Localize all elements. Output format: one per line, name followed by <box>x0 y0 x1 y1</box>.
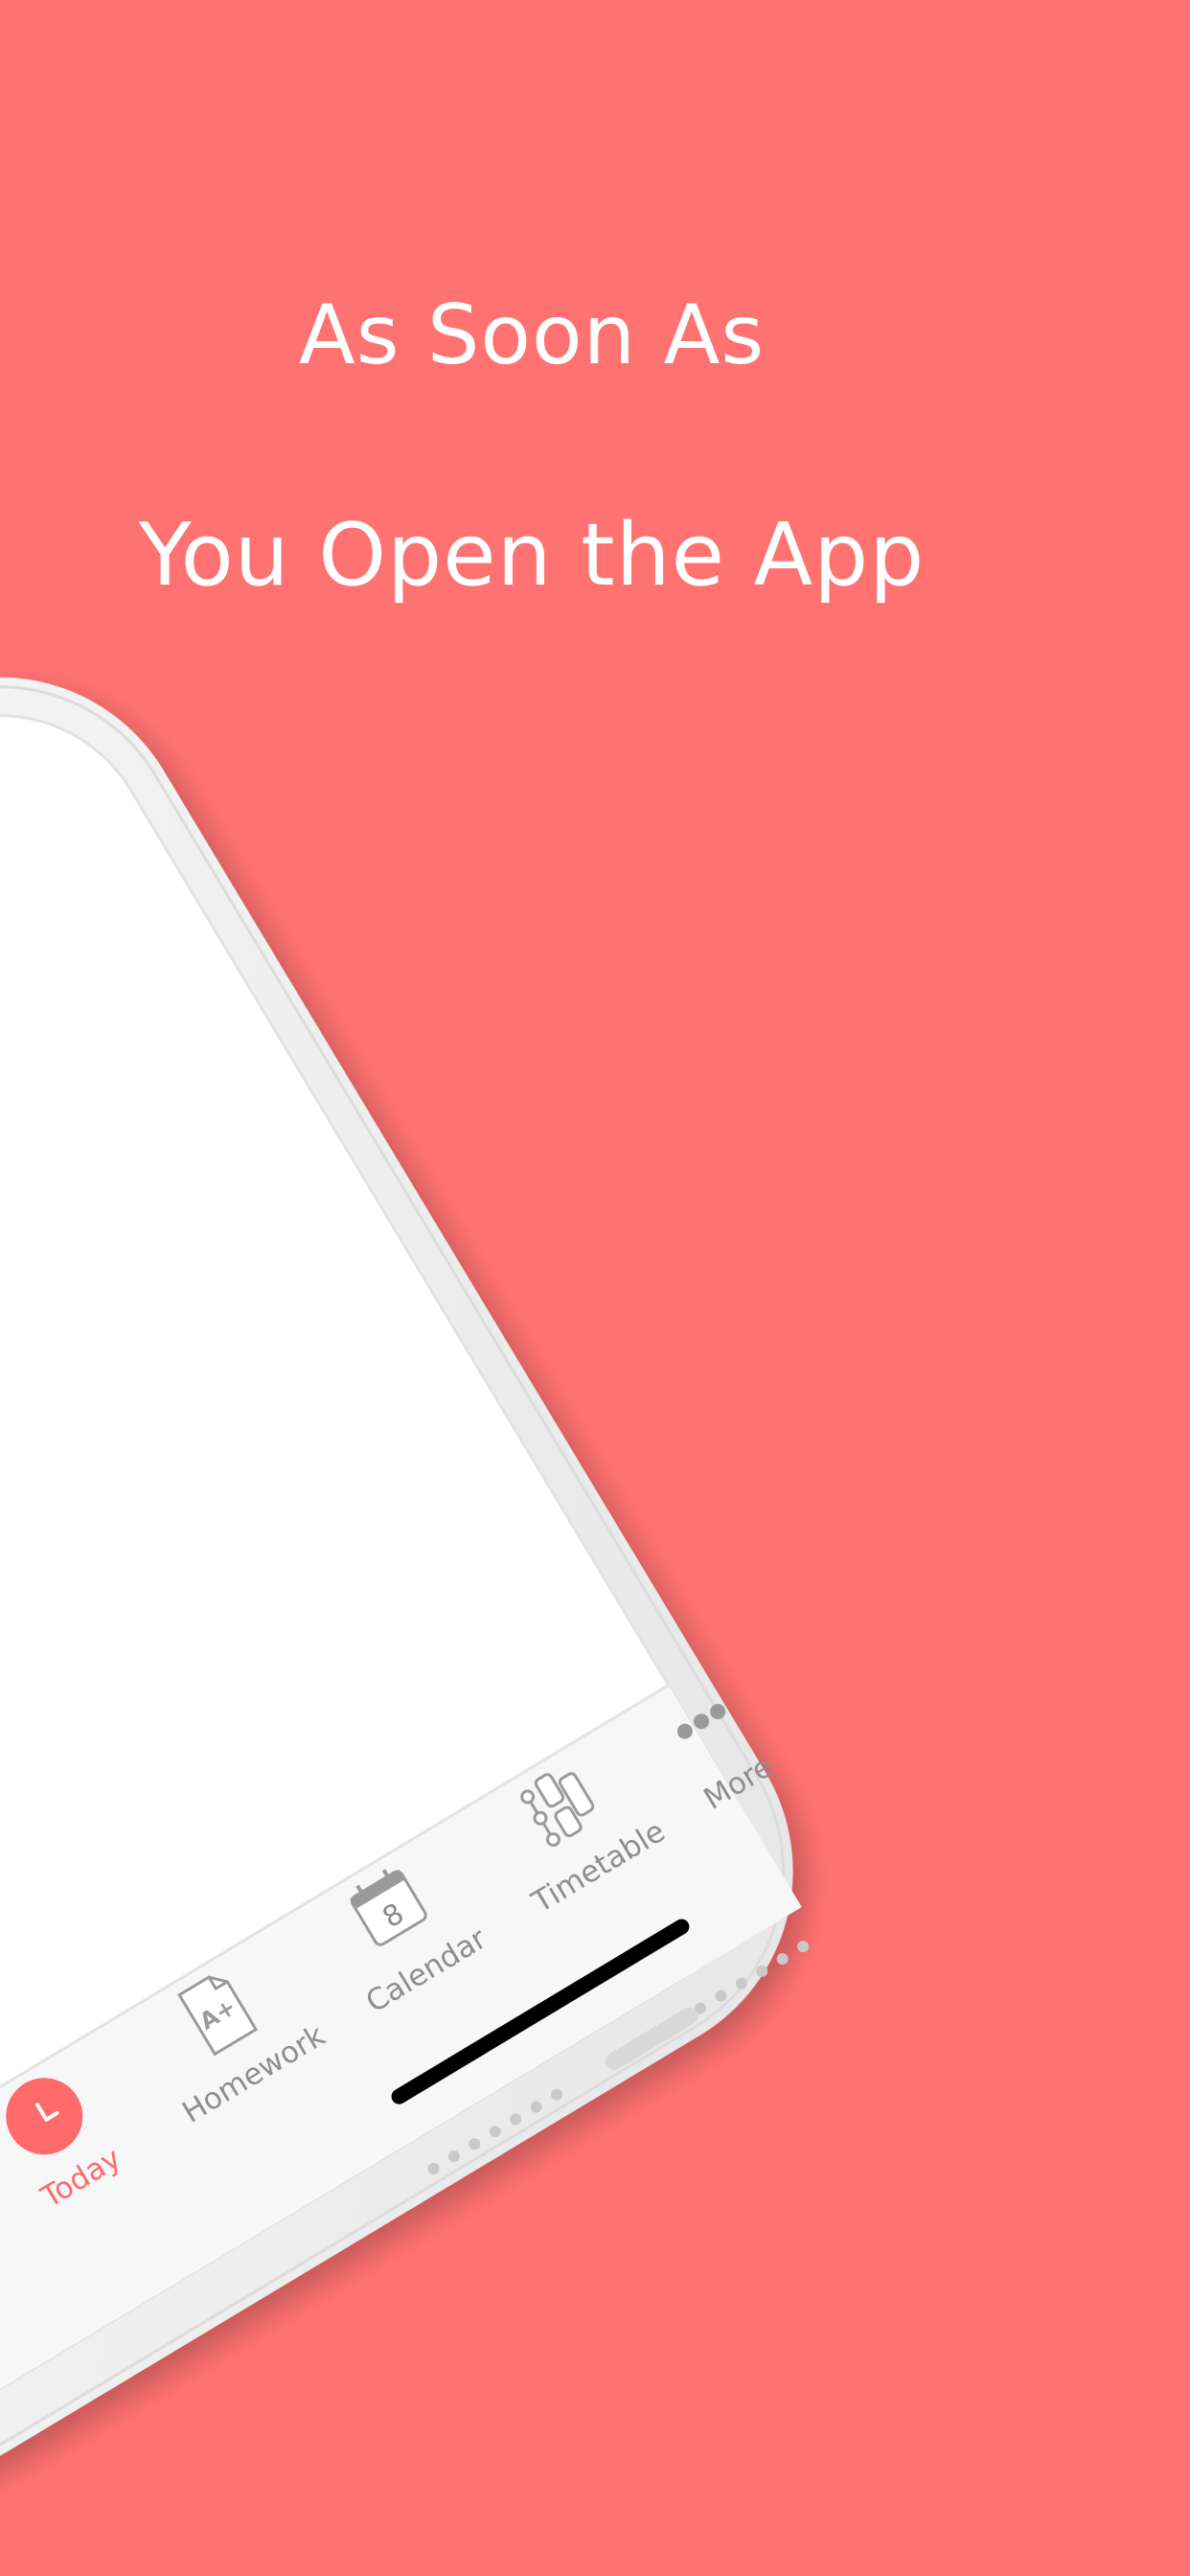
phone-mockup: cement Today A+ Homework <box>0 677 810 2480</box>
